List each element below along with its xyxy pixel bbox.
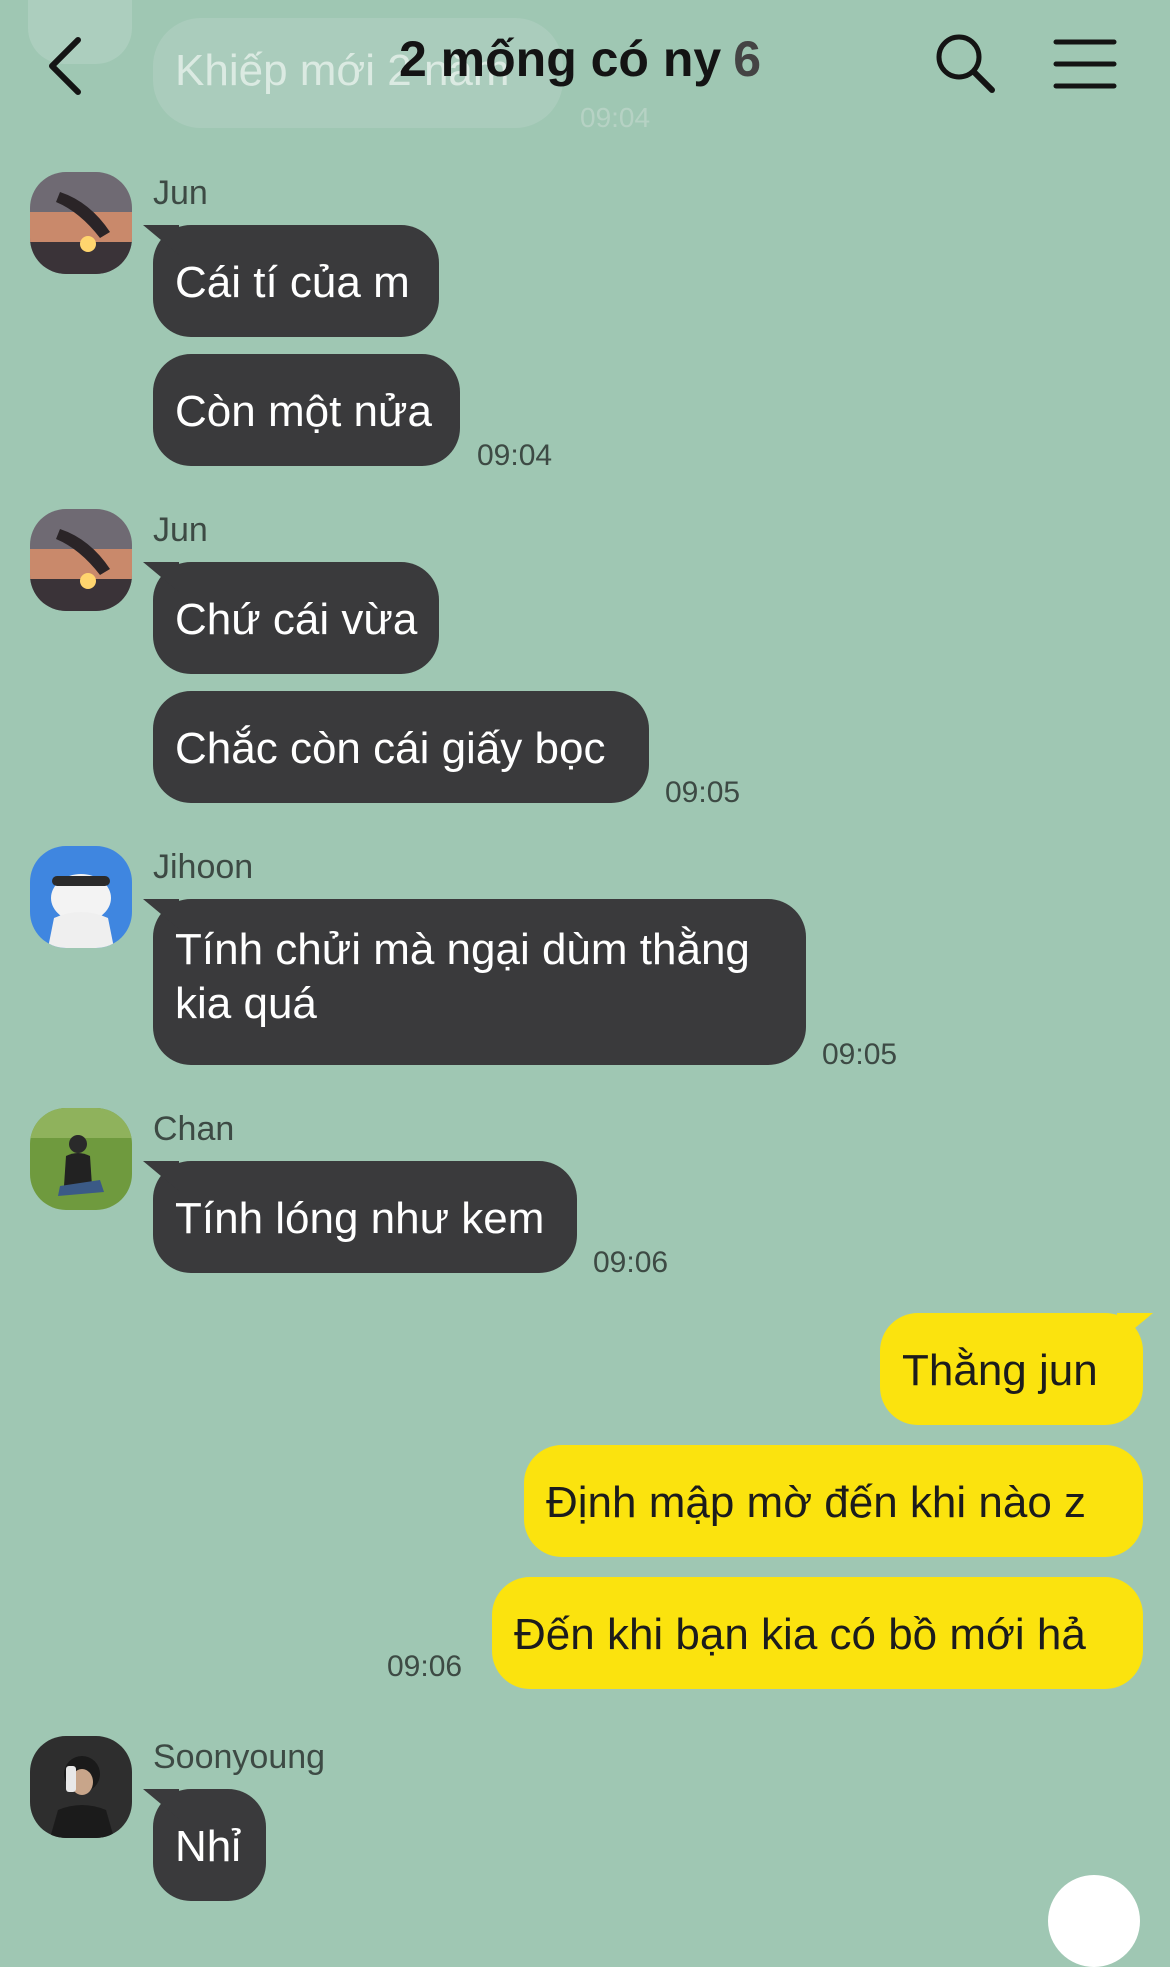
avatar-jihoon[interactable] [30,846,132,948]
sender-name: Jun [153,511,208,549]
sunset-photo-icon [30,172,132,274]
message-time: 09:04 [477,439,553,472]
back-button[interactable] [38,30,98,100]
avatar-jun[interactable] [30,509,132,611]
sender-name: Soonyoung [153,1738,326,1776]
message-bubble[interactable]: Chắc còn cái giấy bọc [153,691,649,803]
search-button[interactable] [932,30,998,96]
avatar-chan[interactable] [30,1108,132,1210]
outgoing-message-bubble[interactable]: Định mập mờ đến khi nào z [524,1445,1143,1557]
profile-photo-icon [30,1108,132,1210]
outgoing-message-bubble[interactable]: Thằng jun [880,1313,1143,1425]
chat-name: 2 mống có ny [398,31,722,87]
sender-name: Jun [153,174,208,212]
chat-header: 2 mống có ny 6 [0,0,1170,140]
outgoing-message-bubble[interactable]: Đến khi bạn kia có bồ mới hả [492,1577,1143,1689]
message-time: 09:05 [822,1038,898,1071]
profile-photo-icon [30,1736,132,1838]
sender-name: Jihoon [153,848,254,886]
message-time: 09:06 [387,1650,463,1683]
message-bubble[interactable]: Tính chửi mà ngại dùm thằng kia quá [153,899,806,1065]
menu-icon [1053,39,1117,89]
message-bubble[interactable]: Tính lóng như kem [153,1161,577,1273]
avatar-soonyoung[interactable] [30,1736,132,1838]
message-bubble[interactable]: Còn một nửa [153,354,460,466]
chat-title[interactable]: 2 mống có ny 6 [330,30,830,88]
scroll-down-button[interactable] [1048,1875,1140,1967]
sender-name: Chan [153,1110,235,1148]
sunset-photo-icon [30,509,132,611]
profile-photo-icon [30,846,132,948]
back-arrow-icon [49,37,81,95]
menu-button[interactable] [1052,34,1118,94]
message-time: 09:05 [665,776,741,809]
message-bubble[interactable]: Chứ cái vừa [153,562,439,674]
message-bubble[interactable]: Nhỉ [153,1789,266,1901]
avatar-jun[interactable] [30,172,132,274]
search-icon [936,34,995,93]
message-time: 09:06 [593,1246,669,1279]
member-count: 6 [733,31,762,87]
message-bubble[interactable]: Cái tí của m [153,225,439,337]
